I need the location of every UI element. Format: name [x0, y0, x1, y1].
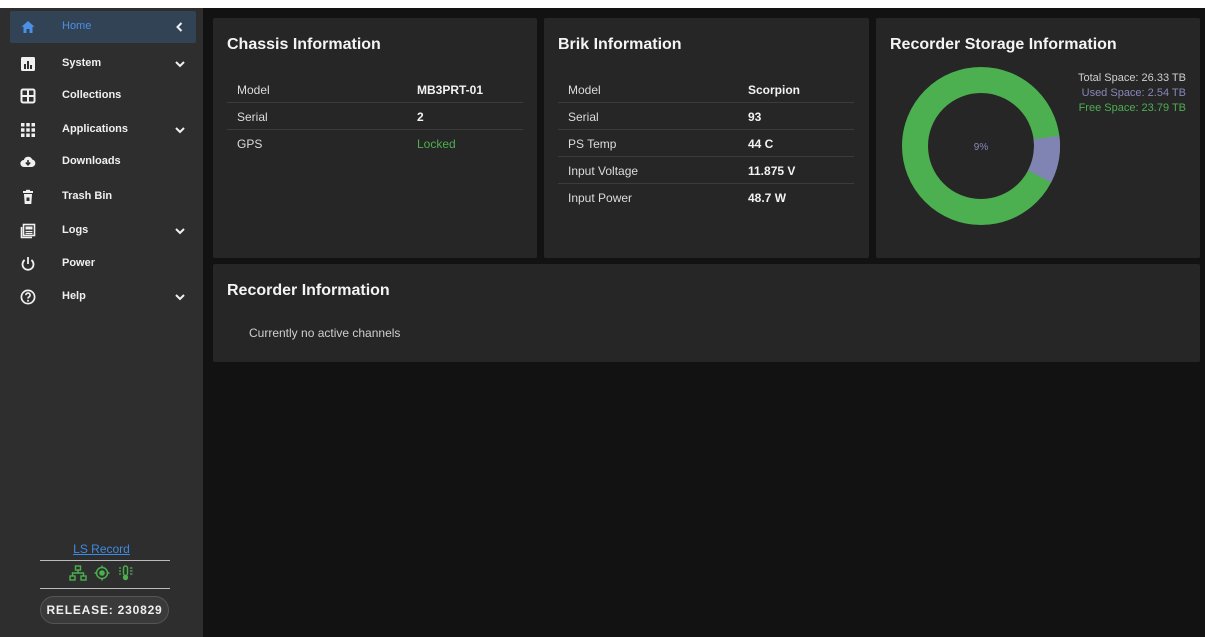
table-row: Serial 93 — [558, 103, 854, 130]
sidebar-item-label: System — [62, 57, 102, 69]
free-space-label: Free Space: 23.79 TB — [1078, 102, 1186, 114]
chassis-info-card: Chassis Information Model MB3PRT-01 Seri… — [213, 18, 537, 258]
row-key: GPS — [237, 137, 263, 151]
grid-box-icon — [20, 88, 36, 104]
row-key: Input Power — [568, 191, 633, 205]
brik-info-table: Model Scorpion Serial 93 PS Temp 44 C In… — [558, 76, 854, 210]
table-row: Input Power 48.7 W — [558, 184, 854, 210]
table-row: Model MB3PRT-01 — [227, 76, 523, 103]
table-row: Serial 2 — [227, 103, 523, 130]
card-title: Recorder Storage Information — [890, 36, 1117, 53]
sidebar: Home System Collections Applications Dow… — [0, 8, 203, 637]
cloud-download-icon — [20, 156, 36, 168]
sidebar-item-power[interactable]: Power — [10, 248, 196, 280]
app-link[interactable]: LS Record — [0, 542, 203, 556]
sidebar-item-home[interactable]: Home — [10, 11, 196, 43]
sidebar-item-label: Downloads — [62, 155, 121, 167]
row-key: Model — [568, 83, 601, 97]
chevron-down-icon — [175, 61, 185, 68]
recorder-info-card: Recorder Information Currently no active… — [213, 264, 1200, 362]
row-value: Scorpion — [748, 83, 801, 97]
total-space-label: Total Space: 26.33 TB — [1077, 72, 1186, 84]
used-percent-label: 9% — [974, 142, 989, 153]
sidebar-item-logs[interactable]: Logs — [10, 215, 196, 247]
sidebar-item-help[interactable]: Help — [10, 281, 196, 313]
storage-info-card: Recorder Storage Information 9% Total Sp… — [876, 18, 1200, 258]
row-value: 2 — [417, 110, 424, 124]
release-badge: RELEASE: 230829 — [40, 596, 169, 624]
row-value: 11.875 V — [748, 164, 796, 178]
chevron-left-icon[interactable] — [174, 21, 186, 33]
row-key: Input Voltage — [568, 164, 639, 178]
table-row: Input Voltage 11.875 V — [558, 157, 854, 184]
temperature-icon — [118, 565, 132, 581]
sidebar-item-trash-bin[interactable]: Trash Bin — [10, 181, 196, 213]
sidebar-item-label: Applications — [62, 123, 129, 135]
sidebar-item-label: Power — [62, 257, 96, 269]
trash-icon — [23, 189, 33, 204]
card-title: Recorder Information — [227, 282, 390, 299]
storage-legend: Total Space: 26.33 TB Used Space: 2.54 T… — [1078, 71, 1186, 116]
power-icon — [21, 257, 35, 271]
home-icon — [21, 21, 35, 33]
divider — [40, 588, 170, 589]
empty-channels-message: Currently no active channels — [249, 326, 401, 340]
gps-status-value: Locked — [417, 137, 456, 151]
brik-info-card: Brik Information Model Scorpion Serial 9… — [544, 18, 869, 258]
logs-icon — [20, 223, 36, 239]
used-space-arc — [1027, 135, 1060, 183]
sidebar-item-label: Home — [62, 20, 92, 32]
bar-chart-icon — [21, 57, 35, 71]
row-value: MB3PRT-01 — [417, 83, 484, 97]
chevron-down-icon — [175, 228, 185, 235]
row-value: 44 C — [748, 137, 774, 151]
row-key: PS Temp — [568, 137, 617, 151]
row-key: Serial — [568, 110, 599, 124]
sidebar-item-label: Trash Bin — [62, 190, 113, 202]
table-row: PS Temp 44 C — [558, 130, 854, 157]
row-key: Serial — [237, 110, 268, 124]
sidebar-item-collections[interactable]: Collections — [10, 80, 196, 112]
used-space-label: Used Space: 2.54 TB — [1081, 87, 1186, 99]
table-row: GPS Locked — [227, 130, 523, 156]
chevron-down-icon — [175, 127, 185, 134]
row-key: Model — [237, 83, 270, 97]
sidebar-item-applications[interactable]: Applications — [10, 114, 196, 146]
network-icon — [68, 565, 87, 581]
table-row: Model Scorpion — [558, 76, 854, 103]
card-title: Chassis Information — [227, 36, 381, 53]
row-value: 48.7 W — [748, 191, 787, 205]
gps-target-icon — [94, 565, 109, 581]
app-window: Home System Collections Applications Dow… — [0, 8, 1205, 637]
divider — [40, 560, 170, 561]
help-icon — [20, 289, 36, 305]
sidebar-item-label: Collections — [62, 89, 122, 101]
chevron-down-icon — [175, 294, 185, 301]
sidebar-item-downloads[interactable]: Downloads — [10, 146, 196, 178]
sidebar-item-label: Logs — [62, 224, 89, 236]
card-title: Brik Information — [558, 36, 682, 53]
storage-donut-chart: 9% — [902, 67, 1060, 225]
chassis-info-table: Model MB3PRT-01 Serial 2 GPS Locked — [227, 76, 523, 156]
sidebar-item-label: Help — [62, 290, 86, 302]
apps-grid-icon — [21, 123, 35, 137]
row-value: 93 — [748, 110, 762, 124]
status-icons — [0, 565, 203, 581]
sidebar-item-system[interactable]: System — [10, 48, 196, 80]
